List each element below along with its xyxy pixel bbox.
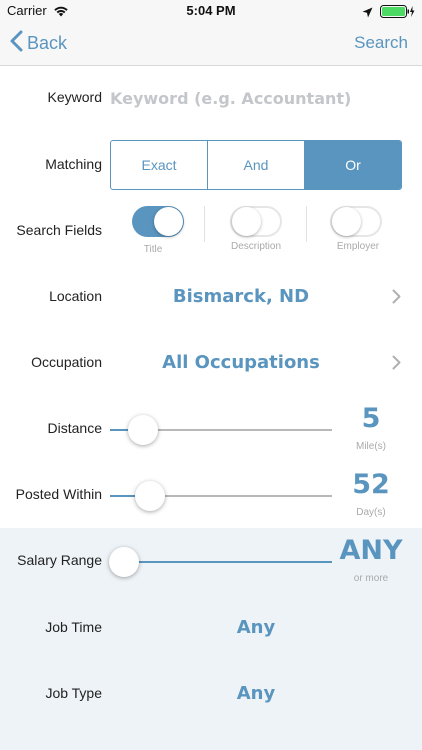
matching-or-segment[interactable]: Or xyxy=(305,141,401,189)
title-toggle[interactable] xyxy=(132,206,184,237)
distance-value: 5 xyxy=(361,403,381,434)
matching-segmented-control: Exact And Or xyxy=(110,140,402,190)
salary-range-unit: or more xyxy=(353,573,389,584)
salary-range-label: Salary Range xyxy=(17,552,102,568)
occupation-label: Occupation xyxy=(31,354,102,370)
posted-within-slider-thumb[interactable] xyxy=(135,481,165,511)
posted-within-slider[interactable] xyxy=(110,481,332,511)
job-type-label: Job Type xyxy=(45,685,102,701)
keyword-input[interactable] xyxy=(110,85,390,111)
posted-within-unit: Day(s) xyxy=(356,507,386,518)
navigation-bar: Back Search xyxy=(0,22,422,66)
title-toggle-caption: Title xyxy=(143,244,163,255)
chevron-right-icon[interactable] xyxy=(392,355,401,375)
chevron-left-icon xyxy=(10,30,23,57)
matching-exact-segment[interactable]: Exact xyxy=(111,141,208,189)
location-services-icon xyxy=(362,5,373,23)
employer-toggle-caption: Employer xyxy=(336,241,380,252)
distance-label: Distance xyxy=(47,420,102,436)
search-button[interactable]: Search xyxy=(354,33,408,53)
clock: 5:04 PM xyxy=(186,3,236,18)
job-time-label: Job Time xyxy=(45,619,102,635)
employer-toggle[interactable] xyxy=(330,206,382,237)
description-toggle[interactable] xyxy=(230,206,282,237)
job-type-value[interactable]: Any xyxy=(110,683,402,704)
toggle-knob xyxy=(232,207,261,236)
matching-label: Matching xyxy=(45,156,102,172)
status-bar: Carrier 5:04 PM xyxy=(0,0,422,22)
salary-range-slider-thumb[interactable] xyxy=(109,547,139,577)
divider xyxy=(306,206,307,242)
battery-icon xyxy=(380,5,416,23)
toggle-knob xyxy=(154,207,183,236)
divider xyxy=(204,206,205,242)
salary-range-value: ANY xyxy=(339,535,403,566)
posted-within-value: 52 xyxy=(352,469,390,500)
matching-and-segment[interactable]: And xyxy=(208,141,305,189)
distance-slider-thumb[interactable] xyxy=(128,415,158,445)
back-label: Back xyxy=(27,33,68,53)
salary-range-slider[interactable] xyxy=(109,547,332,577)
location-label: Location xyxy=(49,288,102,304)
description-toggle-caption: Description xyxy=(230,241,282,252)
posted-within-label: Posted Within xyxy=(15,486,102,502)
distance-slider[interactable] xyxy=(110,415,332,445)
back-button[interactable]: Back xyxy=(10,30,67,57)
location-value[interactable]: Bismarck, ND xyxy=(110,286,372,307)
job-time-value[interactable]: Any xyxy=(110,617,402,638)
chevron-right-icon[interactable] xyxy=(392,289,401,309)
keyword-label: Keyword xyxy=(47,89,102,105)
occupation-value[interactable]: All Occupations xyxy=(110,352,372,373)
toggle-knob xyxy=(332,207,361,236)
search-fields-label: Search Fields xyxy=(16,222,102,238)
distance-unit: Mile(s) xyxy=(356,441,386,452)
